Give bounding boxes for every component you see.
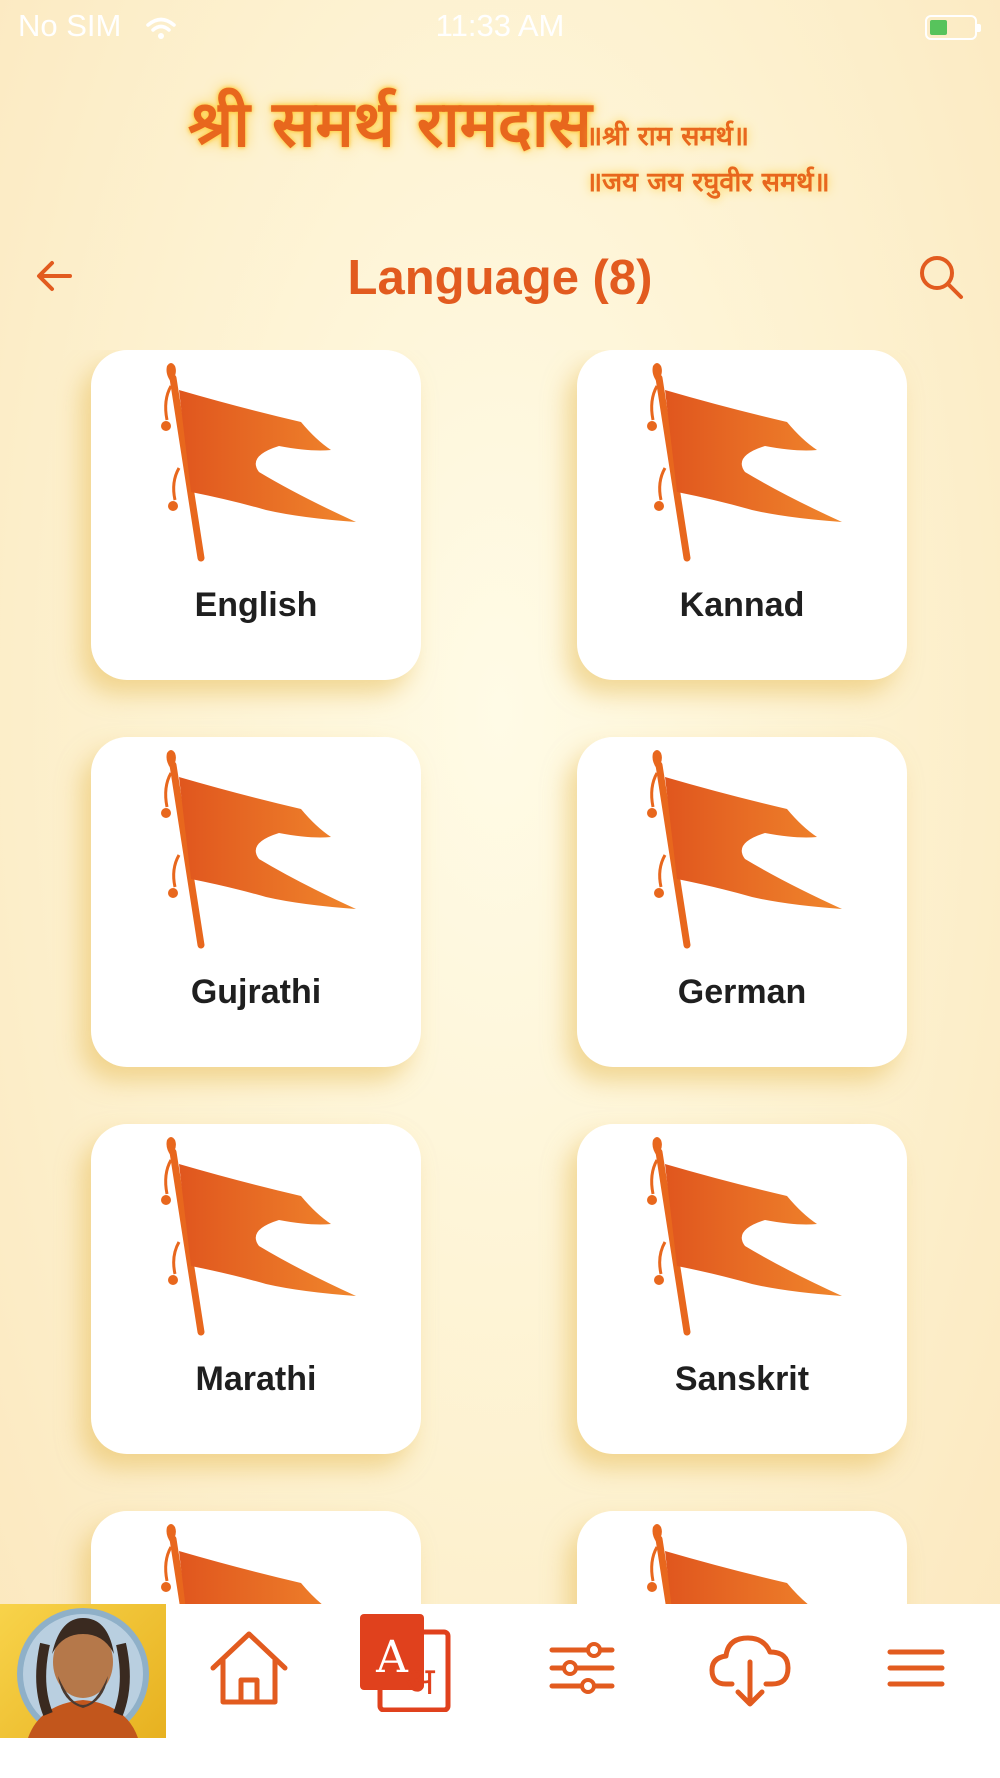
language-label: English [194, 586, 318, 624]
language-label: German [677, 973, 807, 1011]
language-grid: English Kannad Gujrathi German Marathi S… [0, 350, 1000, 1604]
svg-text:A: A [375, 1632, 409, 1683]
language-card[interactable]: Sanskrit [577, 1124, 907, 1454]
flag-icon [151, 1521, 371, 1604]
flag-icon [637, 747, 857, 965]
flag-icon [151, 747, 371, 965]
bottom-nav: A अ [0, 1604, 1000, 1778]
language-label: Kannad [679, 586, 805, 624]
flag-icon [637, 1521, 857, 1604]
avatar[interactable] [0, 1604, 166, 1738]
language-card[interactable]: Kannad [577, 350, 907, 680]
app-banner: श्री समर्थ रामदास ॥श्री राम समर्थ॥ ॥जय ज… [0, 70, 1000, 210]
banner-title: श्री समर्थ रामदास [188, 87, 592, 162]
status-bar: No SIM 11:33 AM [0, 0, 1000, 56]
flag-icon [151, 360, 371, 578]
language-card[interactable]: Gujrathi [91, 737, 421, 1067]
language-label: Sanskrit [674, 1360, 810, 1398]
language-card[interactable] [577, 1511, 907, 1604]
clock: 11:33 AM [435, 8, 565, 43]
home-button[interactable] [203, 1622, 295, 1714]
search-icon[interactable] [916, 252, 966, 302]
banner-subtitle-1: ॥श्री राम समर्थ॥ [586, 121, 750, 152]
page-title: Language (8) [347, 251, 653, 305]
translate-icon: A अ [360, 1614, 451, 1713]
language-card[interactable]: German [577, 737, 907, 1067]
cloud-download-icon [709, 1635, 791, 1707]
svg-text:अ: अ [405, 1659, 435, 1703]
sliders-icon [549, 1642, 615, 1694]
language-card[interactable]: Marathi [91, 1124, 421, 1454]
download-button[interactable] [704, 1622, 796, 1714]
filters-button[interactable] [536, 1622, 628, 1714]
hamburger-menu-icon [887, 1649, 945, 1687]
flag-icon [637, 1134, 857, 1352]
language-card[interactable] [91, 1511, 421, 1604]
flag-icon [151, 1134, 371, 1352]
language-button[interactable]: A अ [358, 1612, 452, 1713]
banner-subtitle-2: ॥जय जय रघुवीर समर्थ॥ [586, 167, 830, 198]
saint-portrait-icon [17, 1608, 149, 1738]
language-label: Gujrathi [190, 973, 322, 1011]
language-card[interactable]: English [91, 350, 421, 680]
battery-icon [925, 15, 981, 40]
flag-icon [637, 360, 857, 578]
home-icon [210, 1631, 288, 1705]
menu-button[interactable] [870, 1622, 962, 1714]
language-label: Marathi [195, 1360, 317, 1398]
page-header: Language (8) [0, 236, 1000, 320]
